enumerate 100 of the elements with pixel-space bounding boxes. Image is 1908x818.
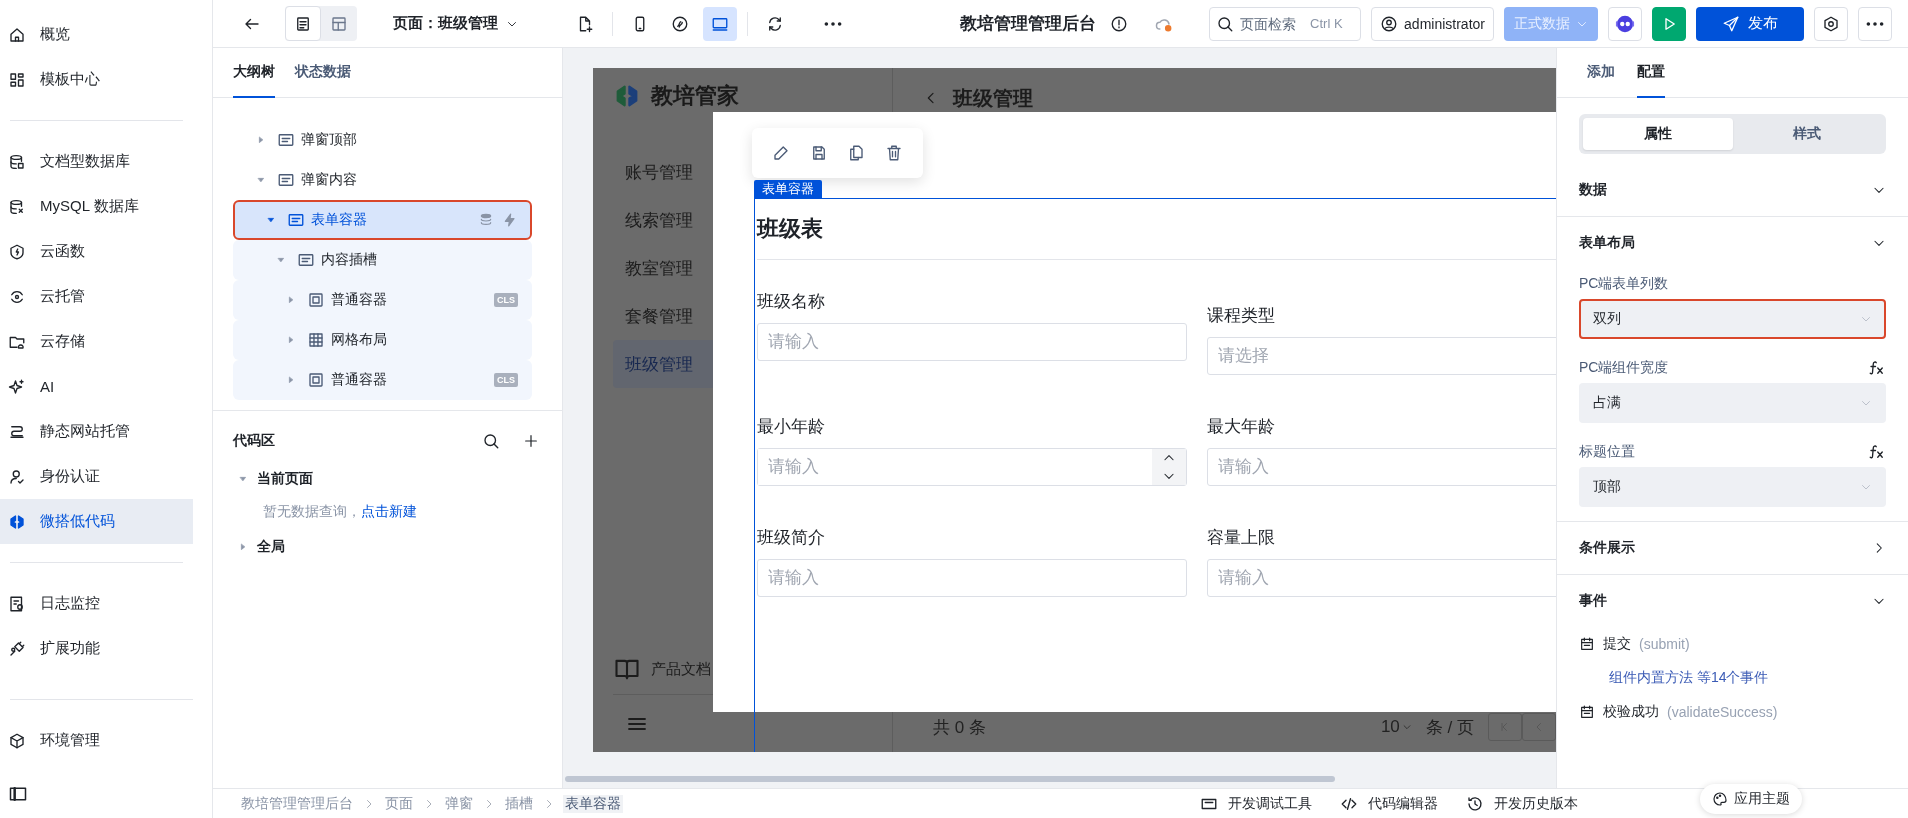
run-button[interactable] bbox=[1652, 6, 1686, 41]
property-label: 标题位置 bbox=[1579, 443, 1635, 461]
database-icon bbox=[478, 212, 494, 228]
create-link[interactable]: 点击新建 bbox=[361, 503, 417, 521]
plug-icon bbox=[8, 639, 26, 658]
select-field[interactable]: 占满 bbox=[1579, 383, 1886, 423]
calendar-icon bbox=[1579, 704, 1595, 720]
tab[interactable]: 配置 bbox=[1637, 48, 1665, 98]
cls-badge: CLS bbox=[494, 293, 518, 307]
panel-icon bbox=[277, 171, 295, 189]
page-selector[interactable]: 页面：班级管理 bbox=[387, 13, 524, 34]
section-header[interactable]: 事件 bbox=[1579, 575, 1886, 627]
send-icon bbox=[1722, 14, 1740, 33]
cls-badge: CLS bbox=[494, 373, 518, 387]
nav-item[interactable]: 静态网站托管 bbox=[0, 409, 193, 454]
settings-button[interactable] bbox=[1814, 6, 1848, 41]
select-field[interactable]: 双列 bbox=[1579, 299, 1886, 339]
nav-item[interactable]: 日志监控 bbox=[0, 581, 193, 626]
formula-icon bbox=[1868, 359, 1886, 377]
view-mode-button[interactable] bbox=[285, 6, 321, 41]
database-icon bbox=[8, 197, 26, 216]
nav-item[interactable]: 概览 bbox=[0, 12, 193, 57]
trash-icon bbox=[885, 144, 904, 162]
breadcrumb-item[interactable]: 表单容器 bbox=[563, 794, 623, 813]
section-header[interactable]: 表单布局 bbox=[1579, 217, 1886, 269]
input-field[interactable]: 请输入 bbox=[1207, 448, 1556, 486]
event-name: 提交 bbox=[1603, 635, 1631, 653]
tool-button[interactable]: 开发历史版本 bbox=[1466, 794, 1578, 813]
assistant-button[interactable] bbox=[1608, 6, 1642, 41]
field-label: 课程类型 bbox=[1207, 305, 1276, 327]
tree-item[interactable]: 普通容器 CLS bbox=[233, 280, 532, 320]
nav-item[interactable]: 微搭低代码 bbox=[0, 499, 193, 544]
nav-item[interactable]: 模板中心 bbox=[0, 57, 193, 102]
input-field[interactable]: 请输入 bbox=[1207, 559, 1556, 597]
info-icon bbox=[1110, 14, 1128, 33]
circle-link-icon bbox=[671, 14, 689, 33]
section-title: 代码区 bbox=[233, 432, 275, 450]
nav-item[interactable]: MySQL 数据库 bbox=[0, 184, 193, 229]
section-header[interactable]: 数据 bbox=[1579, 164, 1886, 216]
palette-icon bbox=[1712, 791, 1728, 807]
nav-item[interactable]: 云函数 bbox=[0, 229, 193, 274]
code-section[interactable]: 当前页面 bbox=[233, 459, 319, 499]
log-icon bbox=[8, 594, 26, 613]
container-icon bbox=[307, 291, 325, 309]
nav-item[interactable]: 云存储 bbox=[0, 319, 193, 364]
user-button[interactable]: administrator bbox=[1371, 6, 1494, 41]
copy-icon bbox=[847, 144, 866, 162]
tool-button[interactable]: 开发调试工具 bbox=[1200, 794, 1312, 813]
theme-button[interactable]: 应用主题 bbox=[1700, 784, 1802, 814]
field-label: 容量上限 bbox=[1207, 527, 1276, 549]
tab[interactable]: 状态数据 bbox=[295, 48, 351, 98]
input-field[interactable]: 请输入 bbox=[757, 559, 1187, 597]
panel-icon bbox=[297, 251, 315, 269]
property-label: PC端表单列数 bbox=[1579, 275, 1669, 293]
app-name: 教培管家 bbox=[651, 82, 739, 110]
tree-item[interactable]: 表单容器 bbox=[233, 200, 532, 240]
nav-item[interactable]: 云托管 bbox=[0, 274, 193, 319]
nav-item[interactable]: 环境管理 bbox=[0, 718, 193, 763]
nav-item[interactable]: AI bbox=[0, 364, 193, 409]
refresh-icon bbox=[766, 14, 784, 33]
select-field[interactable]: 顶部 bbox=[1579, 467, 1886, 507]
selection-tag: 表单容器 bbox=[754, 180, 822, 198]
page-size-unit: 条 / 页 bbox=[1425, 716, 1474, 739]
search-icon bbox=[482, 432, 500, 450]
tab[interactable]: 添加 bbox=[1587, 48, 1615, 98]
page-title: 班级管理 bbox=[953, 85, 1033, 111]
form-title: 班级表 bbox=[757, 198, 1556, 260]
nav-item[interactable]: 身份认证 bbox=[0, 454, 193, 499]
field-label: 最大年龄 bbox=[1207, 416, 1276, 438]
nav-item[interactable]: 扩展功能 bbox=[0, 626, 193, 671]
segment-tab[interactable]: 属性 bbox=[1583, 118, 1733, 150]
nav-item[interactable]: 文档型数据库 bbox=[0, 139, 193, 184]
tree-item[interactable]: 内容插槽 bbox=[233, 240, 532, 280]
field-label: 班级名称 bbox=[757, 291, 826, 313]
tab[interactable]: 大纲树 bbox=[233, 48, 275, 98]
tool-button[interactable]: 代码编辑器 bbox=[1340, 794, 1438, 813]
grid-layout-icon bbox=[307, 331, 325, 349]
publish-button[interactable]: 发布 bbox=[1696, 6, 1804, 41]
tree-item[interactable]: 网格布局 bbox=[233, 320, 532, 360]
total-count: 共 0 条 bbox=[933, 716, 986, 739]
history-icon bbox=[1466, 794, 1484, 813]
scrollbar[interactable] bbox=[565, 776, 1335, 782]
shield-icon bbox=[8, 242, 26, 261]
cube-icon bbox=[8, 731, 26, 750]
user-icon bbox=[1380, 14, 1399, 33]
settings-icon bbox=[1822, 14, 1840, 33]
section-header[interactable]: 条件展示 bbox=[1579, 522, 1886, 574]
database-icon bbox=[8, 152, 26, 171]
more-button[interactable] bbox=[1858, 6, 1892, 41]
segment-tab[interactable]: 样式 bbox=[1732, 118, 1882, 150]
events-link[interactable]: 组件内置方法 等14个事件 bbox=[1579, 661, 1886, 695]
sparkle-icon bbox=[8, 377, 26, 396]
tree-item[interactable]: 普通容器 CLS bbox=[233, 360, 532, 400]
input-field[interactable]: 请输入 bbox=[757, 323, 1187, 361]
device-button[interactable] bbox=[703, 6, 737, 41]
tree-item[interactable]: 弹窗内容 bbox=[233, 160, 532, 200]
tree-item[interactable]: 弹窗顶部 bbox=[233, 120, 532, 160]
empty-message: 暂无数据查询， bbox=[263, 503, 361, 521]
code-section[interactable]: 全局 bbox=[233, 527, 291, 567]
select-field[interactable]: 请选择 bbox=[1207, 337, 1556, 375]
